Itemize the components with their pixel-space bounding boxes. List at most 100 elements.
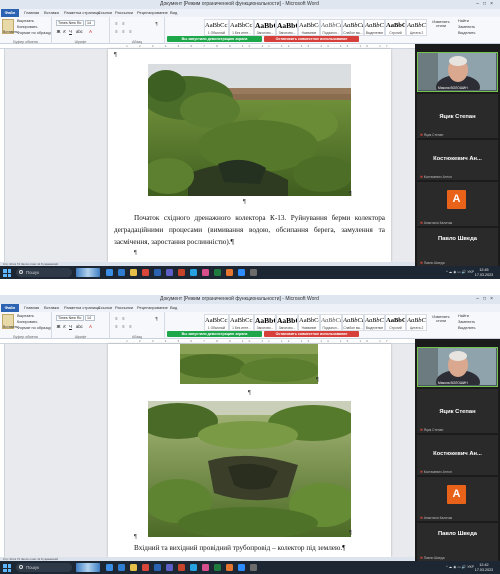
bold-button[interactable]: Ж <box>56 324 61 329</box>
align-center-button[interactable]: ≡ <box>121 29 126 34</box>
numbering-button[interactable]: ≡ <box>121 316 126 321</box>
font-size-select[interactable]: 14 <box>85 20 95 26</box>
word-icon[interactable] <box>154 564 161 571</box>
edge-icon[interactable] <box>118 269 125 276</box>
style-quote-2[interactable]: AaBbCcDd Цитата 2 <box>406 19 427 36</box>
tab-file[interactable]: Файл <box>1 9 19 17</box>
photo-caption[interactable]: Початок східного дренажного колектора К-… <box>114 212 385 248</box>
folder-icon[interactable] <box>130 269 137 276</box>
clock[interactable]: 12:45 17.03.2023 <box>473 268 495 277</box>
style-strong[interactable]: AaBbCcDd Строгий <box>385 19 406 36</box>
tab-view[interactable]: Вид <box>170 9 177 17</box>
paste-button[interactable]: Вставить <box>2 19 18 34</box>
zoom-icon[interactable] <box>238 564 245 571</box>
stop-sharing-button[interactable]: Остановить совместное использование <box>264 331 359 337</box>
change-styles-button[interactable]: Изменить стили <box>430 20 452 28</box>
font-name-select[interactable]: Times New Ro <box>56 315 84 321</box>
style-heading-2[interactable]: AaBbCЗаголово... <box>276 19 298 36</box>
format-painter-button[interactable]: Формат по образцу <box>17 31 51 35</box>
participant-tile[interactable]: Яцик Степан ✖ Яцик Степан <box>417 94 498 138</box>
tab-review[interactable]: Рецензирование <box>137 304 168 312</box>
word-icon[interactable] <box>154 269 161 276</box>
style-title[interactable]: AaBbCcDd Название <box>298 19 320 36</box>
firefox-icon[interactable] <box>226 564 233 571</box>
task-view-icon[interactable] <box>106 269 113 276</box>
bullets-button[interactable]: ≡ <box>114 21 119 26</box>
change-styles-button[interactable]: Изменить стили <box>430 315 452 323</box>
participant-tile[interactable]: Костюкевич Ан... ✖ Костюкевич Антон <box>417 140 498 180</box>
participant-camera-tile[interactable]: Микола ВОЛОШИН <box>417 347 498 387</box>
font-name-select[interactable]: Times New Ro <box>56 20 84 26</box>
style-subtle-emphasis[interactable]: AaBbCcDd Слабое вы... <box>342 19 364 36</box>
format-painter-button[interactable]: Формат по образцу <box>17 326 51 330</box>
cut-button[interactable]: Вырезать <box>17 314 34 318</box>
clock[interactable]: 12:42 17.03.2023 <box>473 563 495 572</box>
show-marks-button[interactable]: ¶ <box>154 21 159 26</box>
paste-button[interactable]: Вставить <box>2 314 18 329</box>
window-controls[interactable]: –□× <box>476 0 497 9</box>
copy-button[interactable]: Копировать <box>17 320 37 324</box>
chrome-icon[interactable] <box>142 269 149 276</box>
zoom-icon[interactable] <box>238 269 245 276</box>
tab-review[interactable]: Рецензирование <box>137 9 168 17</box>
firefox-icon[interactable] <box>226 269 233 276</box>
style-normal[interactable]: AaBbCcDd 1 Обычный <box>204 19 229 36</box>
system-tray[interactable]: ^ ☁ ◉ ▭ 🔊 УКР <box>446 561 474 574</box>
style-heading-2[interactable]: AaBbCЗаголово... <box>276 314 298 331</box>
find-button[interactable]: Найти <box>458 314 469 318</box>
stop-sharing-button[interactable]: Остановить совместное использование <box>264 36 359 42</box>
edge-icon[interactable] <box>118 564 125 571</box>
system-tray[interactable]: ^ ☁ ◉ ▭ 🔊 УКР <box>446 266 474 279</box>
tab-page-layout[interactable]: Разметка страницы <box>64 9 100 17</box>
justify-button[interactable]: ≡ <box>128 29 133 34</box>
window-controls[interactable]: –□× <box>476 295 497 304</box>
style-subtitle[interactable]: AaBbCcDd Подзагол... <box>320 19 342 36</box>
task-view-icon[interactable] <box>106 564 113 571</box>
telegram-icon[interactable] <box>190 269 197 276</box>
show-marks-button[interactable]: ¶ <box>154 316 159 321</box>
search-highlight-image[interactable] <box>76 563 100 572</box>
tab-references[interactable]: Ссылки <box>98 304 112 312</box>
align-center-button[interactable]: ≡ <box>121 324 126 329</box>
style-emphasis[interactable]: AaBbCcDd Выделение <box>364 19 385 36</box>
app-icon[interactable] <box>202 269 209 276</box>
font-size-select[interactable]: 14 <box>85 315 95 321</box>
style-heading-1[interactable]: AaBbCЗаголово... <box>254 19 276 36</box>
font-color-button[interactable]: А <box>88 324 93 329</box>
taskbar-search-input[interactable]: Пошук <box>16 563 72 572</box>
justify-button[interactable]: ≡ <box>128 324 133 329</box>
style-subtitle[interactable]: AaBbCcDd Подзагол... <box>320 314 342 331</box>
tab-mailings[interactable]: Рассылки <box>115 9 133 17</box>
bold-button[interactable]: Ж <box>56 29 61 34</box>
underline-button[interactable]: Ч <box>68 29 73 34</box>
style-strong[interactable]: AaBbCcDd Строгий <box>385 314 406 331</box>
style-subtle-emphasis[interactable]: AaBbCcDd Слабое вы... <box>342 314 364 331</box>
teams-icon[interactable] <box>166 269 173 276</box>
tab-view[interactable]: Вид <box>170 304 177 312</box>
italic-button[interactable]: К <box>62 29 67 34</box>
cut-button[interactable]: Вырезать <box>17 19 34 23</box>
excel-icon[interactable] <box>214 564 221 571</box>
tab-references[interactable]: Ссылки <box>98 9 112 17</box>
document-page[interactable]: ¶ ¶ ¶ Початок східного дренажного колект… <box>108 49 391 262</box>
photo-caption[interactable]: Вхідний та вихідний провідний трубопрові… <box>134 542 384 554</box>
select-button[interactable]: Выделить <box>458 326 476 330</box>
powerpoint-icon[interactable] <box>178 564 185 571</box>
style-quote-2[interactable]: AaBbCcDd Цитата 2 <box>406 314 427 331</box>
document-page[interactable]: ¶ ¶ ¶ ¶ Вхідний та вихідний провідний тр… <box>108 344 391 557</box>
style-no-spacing[interactable]: AaBbCcDd 1 Без инте... <box>229 19 254 36</box>
align-left-button[interactable]: ≡ <box>114 324 119 329</box>
telegram-icon[interactable] <box>190 564 197 571</box>
participant-tile[interactable]: Павло Шведа ✖ Павло Шведа <box>417 228 498 266</box>
excel-icon[interactable] <box>214 269 221 276</box>
copy-button[interactable]: Копировать <box>17 25 37 29</box>
tab-insert[interactable]: Вставка <box>44 304 59 312</box>
tab-mailings[interactable]: Рассылки <box>115 304 133 312</box>
numbering-button[interactable]: ≡ <box>121 21 126 26</box>
participant-tile[interactable]: А ✖ Анастасія Каличак <box>417 477 498 521</box>
participant-tile[interactable]: А ✖ Анастасія Каличак <box>417 182 498 226</box>
tab-home[interactable]: Главная <box>24 304 39 312</box>
style-normal[interactable]: AaBbCcDd 1 Обычный <box>204 314 229 331</box>
app-icon[interactable] <box>202 564 209 571</box>
folder-icon[interactable] <box>130 564 137 571</box>
